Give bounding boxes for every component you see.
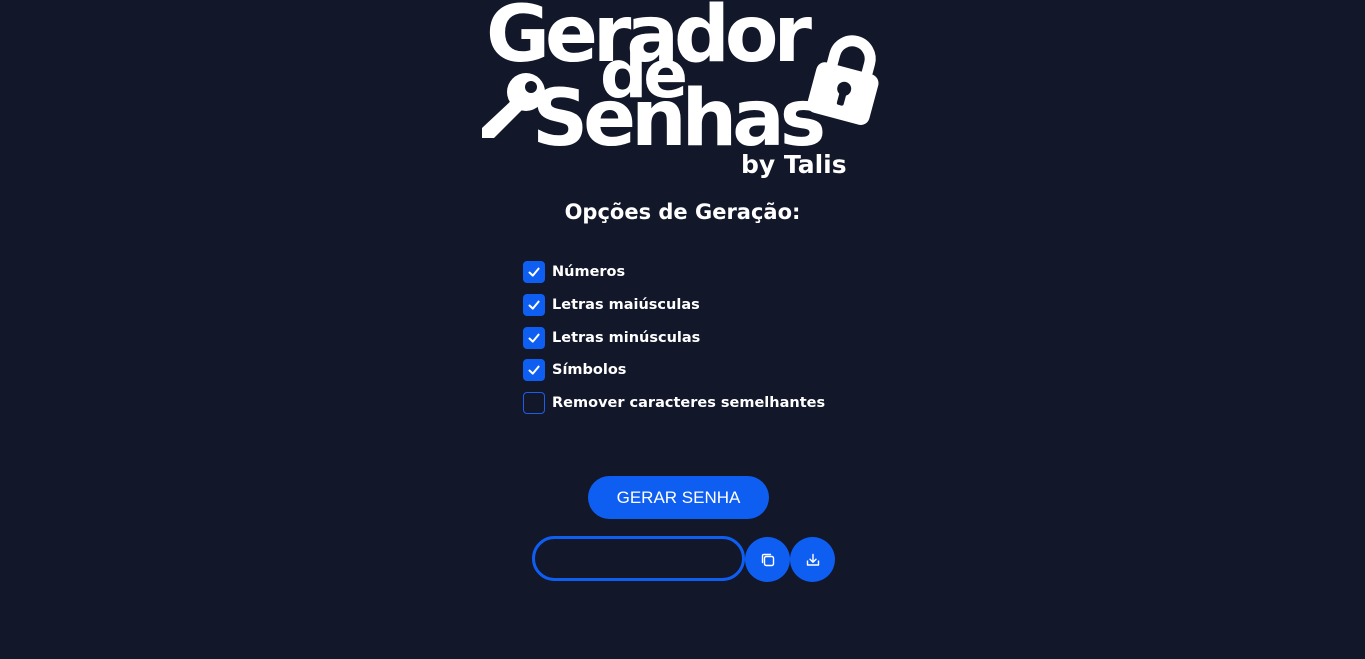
check-icon <box>528 267 540 277</box>
option-symbols[interactable]: Símbolos <box>523 359 825 382</box>
checkbox-remove-similar[interactable] <box>523 392 545 415</box>
password-generator-page: Gerador de Senhas by Talis Opções de Ger… <box>0 0 1365 659</box>
logo-word-senhas: Senhas <box>532 74 826 164</box>
checkbox-symbols[interactable] <box>523 359 545 382</box>
logo-byline: by Talis <box>741 150 847 179</box>
option-label-uppercase: Letras maiúsculas <box>552 296 700 313</box>
lock-icon <box>807 35 879 125</box>
download-icon <box>806 553 819 566</box>
copy-icon <box>761 553 774 566</box>
option-lowercase[interactable]: Letras minúsculas <box>523 326 825 349</box>
option-label-lowercase: Letras minúsculas <box>552 329 701 346</box>
check-icon <box>528 300 540 310</box>
options-title: Opções de Geração: <box>564 200 801 224</box>
password-output-field[interactable] <box>532 536 745 581</box>
option-label-numbers: Números <box>552 264 626 280</box>
option-remove-similar[interactable]: Remover caracteres semelhantes <box>523 392 826 415</box>
options-list: Números Letras maiúsculas Letras minúscu… <box>523 261 825 425</box>
checkbox-numbers[interactable] <box>523 261 545 283</box>
key-icon <box>482 73 545 138</box>
generate-password-button[interactable]: GERAR SENHA <box>588 476 769 519</box>
download-button[interactable] <box>790 537 835 582</box>
option-numbers[interactable]: Números <box>523 261 825 283</box>
check-icon <box>528 365 540 375</box>
app-logo: Gerador de Senhas by Talis <box>478 0 890 185</box>
option-label-remove-similar: Remover caracteres semelhantes <box>552 395 826 412</box>
copy-button[interactable] <box>745 537 790 582</box>
option-uppercase[interactable]: Letras maiúsculas <box>523 293 825 316</box>
check-icon <box>528 333 540 343</box>
checkbox-lowercase[interactable] <box>523 326 545 349</box>
checkbox-uppercase[interactable] <box>523 293 545 316</box>
option-label-symbols: Símbolos <box>552 362 627 379</box>
